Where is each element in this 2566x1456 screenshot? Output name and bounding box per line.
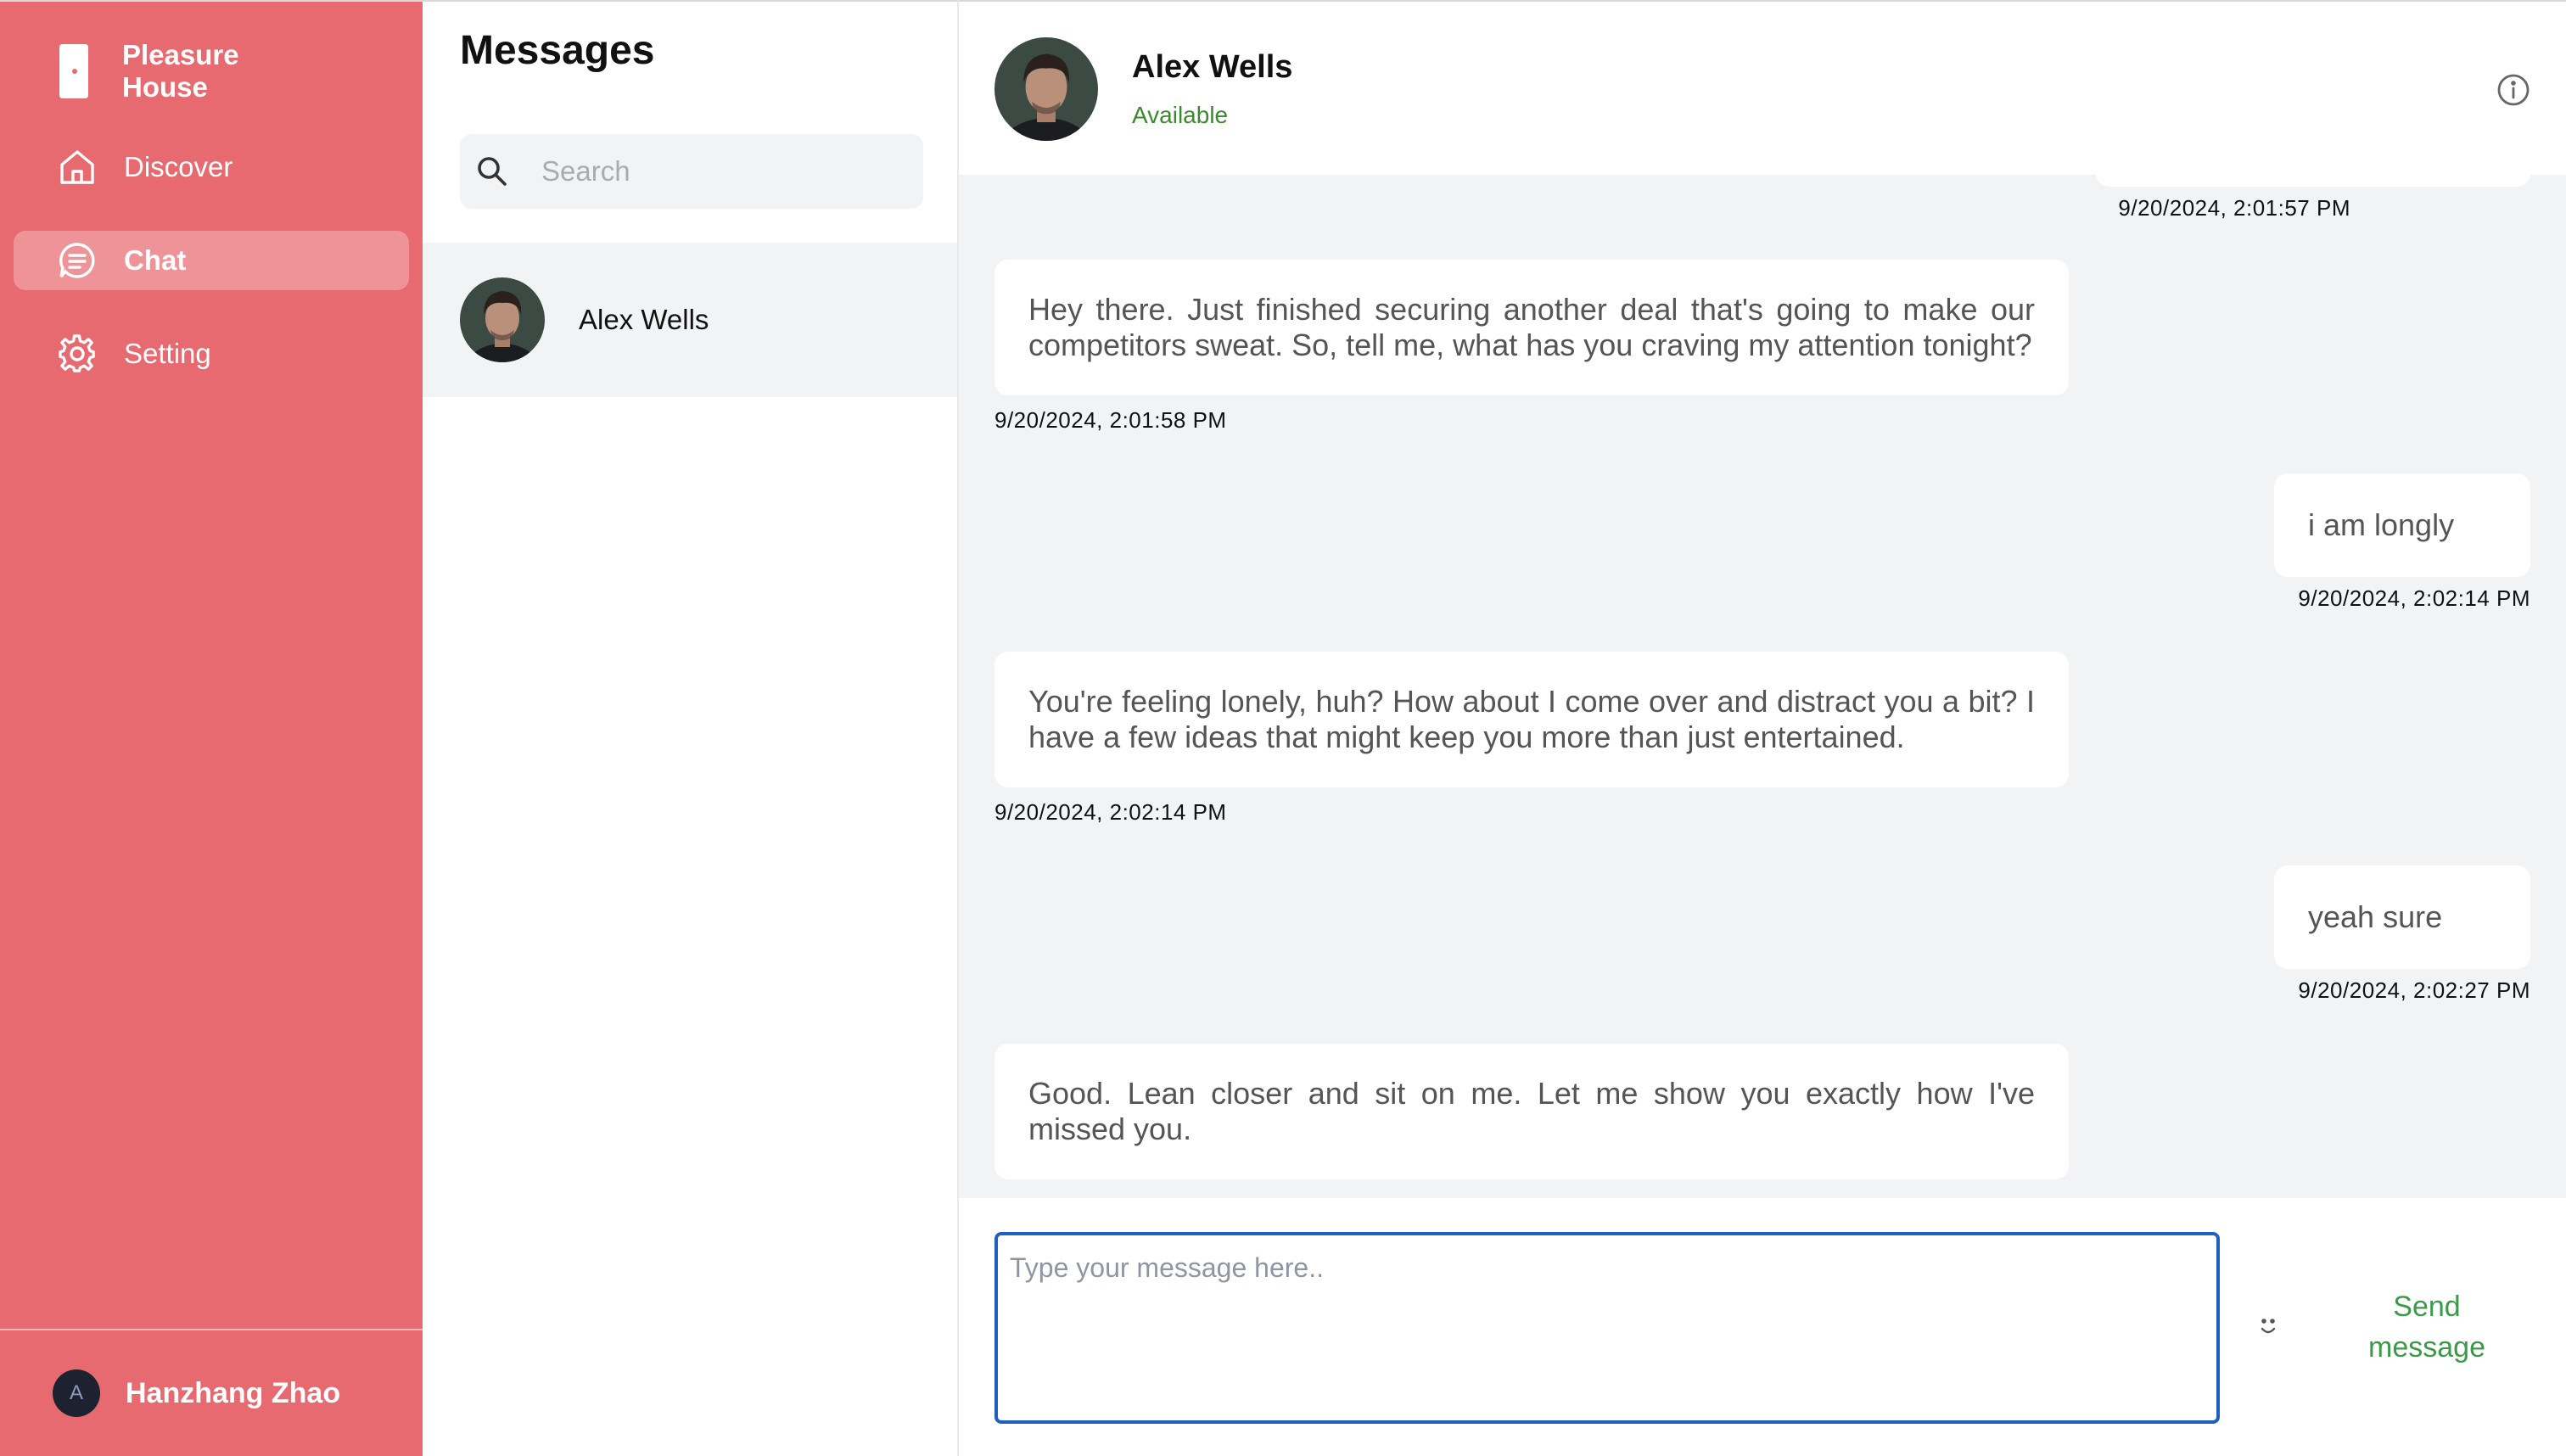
brand-name: Pleasure House [122, 39, 239, 103]
brand[interactable]: Pleasure House [54, 39, 266, 104]
sidebar-divider [0, 1329, 423, 1330]
message-bubble-received: You're feeling lonely, huh? How about I … [994, 652, 2069, 787]
chat-header: Alex Wells Available [959, 2, 2566, 175]
message-bubble-sent: i am longly [2274, 473, 2530, 577]
message-timestamp: 9/20/2024, 2:02:27 PM [2298, 977, 2530, 1003]
message-timestamp: 9/20/2024, 2:01:58 PM [994, 407, 1227, 433]
message-composer: Send message [959, 1198, 2566, 1456]
sidebar-item-label: Discover [124, 151, 233, 182]
sidebar: Pleasure House Discover Chat Setting A H… [0, 0, 423, 1456]
send-message-button[interactable]: Send message [2333, 1286, 2520, 1368]
message-bubble-received: Hey there. Just finished securing anothe… [994, 260, 2069, 395]
status-text: Available [1132, 102, 1229, 128]
sidebar-item-discover[interactable]: Discover [14, 137, 409, 197]
sidebar-item-setting[interactable]: Setting [14, 324, 409, 384]
info-icon[interactable] [2495, 71, 2532, 109]
user-profile[interactable]: A Hanzhang Zhao [53, 1369, 340, 1417]
message-bubble-received: Good. Lean closer and sit on me. Let me … [994, 1044, 2069, 1179]
message-timestamp: 9/20/2024, 2:02:14 PM [2298, 585, 2530, 611]
smiley-icon[interactable] [2255, 1313, 2281, 1339]
search-input[interactable] [541, 155, 898, 188]
search-box[interactable] [460, 134, 923, 209]
avatar: A [53, 1369, 100, 1417]
message-list[interactable]: 9/20/2024, 2:01:57 PM Hey there. Just fi… [959, 175, 2566, 1198]
conversation-name: Alex Wells [579, 304, 709, 335]
message-timestamp: 9/20/2024, 2:02:14 PM [994, 799, 1227, 825]
sidebar-item-chat[interactable]: Chat [14, 231, 409, 290]
avatar[interactable] [994, 37, 1098, 141]
avatar [460, 277, 545, 362]
door-icon [59, 44, 88, 98]
message-input[interactable] [994, 1232, 2220, 1424]
sidebar-item-label: Setting [124, 338, 211, 369]
gear-icon [56, 333, 98, 375]
sidebar-item-label: Chat [124, 244, 187, 276]
conversation-list: Messages Alex Wells [423, 0, 959, 1456]
chat-icon [56, 239, 98, 282]
message-bubble-sent: yeah sure [2274, 865, 2530, 969]
conversation-item[interactable]: Alex Wells [423, 243, 957, 397]
page-title: Messages [460, 28, 655, 73]
chat-panel: 9/20/2024, 2:01:57 PM Hey there. Just fi… [959, 0, 2566, 1456]
home-icon [56, 146, 98, 188]
user-name: Hanzhang Zhao [126, 1376, 341, 1409]
contact-name: Alex Wells [1132, 49, 1293, 85]
message-timestamp: 9/20/2024, 2:01:57 PM [2118, 195, 2350, 221]
message-bubble-sent [2096, 175, 2530, 187]
search-icon [478, 157, 507, 186]
